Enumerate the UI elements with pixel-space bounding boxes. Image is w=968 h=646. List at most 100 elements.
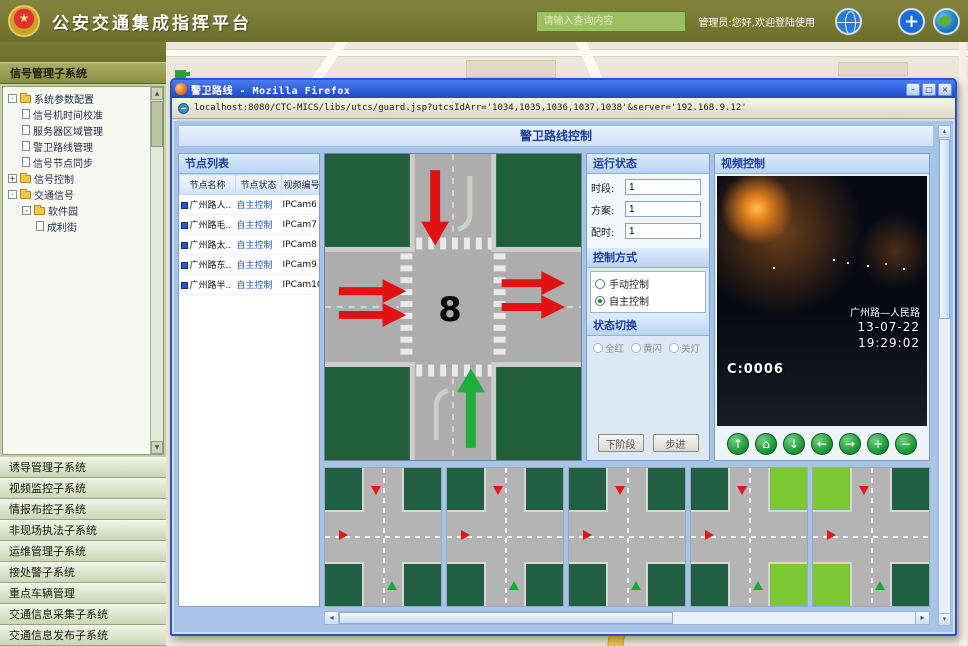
scroll-right-arrow[interactable]: ▸: [915, 612, 929, 624]
radio-icon: [669, 343, 679, 353]
tree-item[interactable]: 警卫路线管理: [3, 138, 150, 154]
tree-item[interactable]: 成利街: [3, 218, 150, 234]
corner-block: [890, 562, 930, 607]
add-icon[interactable]: +: [898, 8, 925, 35]
node-row[interactable]: 广州路半..自主控制IPCam10: [180, 275, 321, 295]
tree-item[interactable]: - 系统参数配置: [3, 90, 150, 106]
mini-arrow: [339, 530, 348, 540]
tree-item[interactable]: 服务器区域管理: [3, 122, 150, 138]
tree-item[interactable]: -交通信号: [3, 186, 150, 202]
police-emblem-logo: [8, 5, 40, 37]
period-label: 时段:: [591, 180, 625, 195]
step-button[interactable]: 步进: [653, 434, 699, 452]
ptz-down-button[interactable]: ↓: [783, 433, 805, 455]
intersection-thumbnail[interactable]: [568, 467, 686, 607]
node-icon: [181, 282, 188, 289]
tree-item-label: 系统参数配置: [34, 91, 94, 106]
sidebar-system-item[interactable]: 重点车辆管理: [0, 583, 166, 604]
corner-block: [325, 365, 412, 460]
tree-item[interactable]: +信号控制: [3, 170, 150, 186]
auto-control-radio[interactable]: 自主控制: [595, 292, 701, 309]
intersection-thumbnail[interactable]: [812, 467, 930, 607]
sidebar-system-item[interactable]: 运维管理子系统: [0, 541, 166, 562]
next-stage-button[interactable]: 下阶段: [598, 434, 644, 452]
scroll-left-arrow[interactable]: ◂: [325, 612, 339, 624]
lights-off-radio[interactable]: 关灯: [669, 341, 700, 355]
corner-block: [646, 562, 686, 607]
sidebar-system-header[interactable]: 信号管理子系统: [0, 62, 166, 84]
close-button[interactable]: ×: [938, 83, 952, 96]
expander-icon[interactable]: +: [8, 174, 17, 183]
scroll-thumb[interactable]: [339, 612, 673, 624]
sidebar-system-item[interactable]: 非现场执法子系统: [0, 520, 166, 541]
ptz-up-button[interactable]: ↑: [727, 433, 749, 455]
all-red-radio[interactable]: 全红: [593, 341, 624, 355]
intersection-thumbnail[interactable]: [690, 467, 808, 607]
page-title: 警卫路线控制: [178, 125, 934, 147]
corner-block: [324, 467, 364, 512]
sidebar-system-item[interactable]: 情报布控子系统: [0, 499, 166, 520]
tree-scrollbar[interactable]: ▲ ▼: [150, 87, 163, 454]
scroll-thumb[interactable]: [939, 139, 950, 319]
manual-control-radio[interactable]: 手动控制: [595, 275, 701, 292]
sidebar-system-item[interactable]: 视频监控子系统: [0, 478, 166, 499]
tree-item[interactable]: 信号机时间校准: [3, 106, 150, 122]
ptz-right-button[interactable]: →: [839, 433, 861, 455]
node-row[interactable]: 广州路毛..自主控制IPCam7: [180, 215, 321, 235]
period-input[interactable]: [625, 179, 701, 195]
phase-thumbnails: [324, 467, 930, 607]
globe-icon[interactable]: [835, 8, 862, 35]
intersection-thumbnail[interactable]: [324, 467, 442, 607]
sidebar-system-item[interactable]: 交通信息采集子系统: [0, 604, 166, 625]
scroll-up-arrow[interactable]: ▲: [151, 87, 163, 100]
global-search-input[interactable]: [536, 11, 686, 32]
mini-arrow: [827, 530, 836, 540]
minimize-button[interactable]: –: [906, 83, 920, 96]
address-bar[interactable]: localhost:8080/CTC-MICS/libs/utcs/guard.…: [172, 98, 955, 119]
nav-tree: - 系统参数配置信号机时间校准服务器区域管理警卫路线管理信号节点同步+信号控制-交…: [3, 87, 150, 454]
street-lights: [833, 259, 835, 261]
earth-icon[interactable]: [933, 8, 960, 35]
mini-arrow: [753, 581, 763, 590]
corner-block: [524, 562, 564, 607]
timing-input[interactable]: [625, 223, 701, 239]
sidebar: 信号管理子系统 - 系统参数配置信号机时间校准服务器区域管理警卫路线管理信号节点同…: [0, 42, 166, 646]
scroll-thumb[interactable]: [151, 101, 163, 147]
ptz-zoom-in-button[interactable]: +: [867, 433, 889, 455]
maximize-button[interactable]: □: [922, 83, 936, 96]
ptz-left-button[interactable]: ←: [811, 433, 833, 455]
expander-icon[interactable]: -: [22, 206, 31, 215]
address-url[interactable]: localhost:8080/CTC-MICS/libs/utcs/guard.…: [194, 103, 747, 113]
tree-item[interactable]: - 软件园: [3, 202, 150, 218]
scroll-track[interactable]: [339, 612, 915, 624]
intersection-thumbnail[interactable]: [446, 467, 564, 607]
sidebar-system-item[interactable]: 交通信息发布子系统: [0, 625, 166, 646]
scroll-down-arrow[interactable]: ▾: [939, 613, 950, 625]
tree-item-label: 软件园: [48, 203, 78, 218]
ptz-home-button[interactable]: ⌂: [755, 433, 777, 455]
plan-input[interactable]: [625, 201, 701, 217]
node-row[interactable]: 广州路人..自主控制IPCam6: [180, 195, 321, 215]
vertical-scrollbar[interactable]: ▴ ▾: [938, 125, 951, 626]
sidebar-system-item[interactable]: 接处警子系统: [0, 562, 166, 583]
node-row[interactable]: 广州路太..自主控制IPCam8: [180, 235, 321, 255]
col-video-id: 视频编号: [282, 175, 321, 195]
yellow-flash-radio[interactable]: 黄闪: [631, 341, 662, 355]
radio-checked-icon: [595, 296, 605, 306]
ptz-controls: ↑ ⌂ ↓ ← → +−: [715, 428, 929, 460]
tree-item[interactable]: 信号节点同步: [3, 154, 150, 170]
scroll-up-arrow[interactable]: ▴: [939, 126, 950, 138]
horizontal-scrollbar[interactable]: ◂ ▸: [324, 611, 930, 625]
page-icon: [178, 103, 189, 114]
sidebar-system-item[interactable]: 诱导管理子系统: [0, 457, 166, 478]
scroll-down-arrow[interactable]: ▼: [151, 441, 163, 454]
tree-item-label: 服务器区域管理: [33, 123, 103, 138]
ptz-zoom-out-button[interactable]: −: [895, 433, 917, 455]
apps-grid-icon[interactable]: [870, 11, 890, 31]
window-titlebar[interactable]: 警卫路线 - Mozilla Firefox – □ ×: [172, 80, 955, 98]
page-icon: [22, 157, 30, 167]
expander-icon[interactable]: -: [8, 190, 17, 199]
expander-icon[interactable]: -: [8, 94, 17, 103]
node-row[interactable]: 广州路东..自主控制IPCam9: [180, 255, 321, 275]
node-icon: [181, 202, 188, 209]
